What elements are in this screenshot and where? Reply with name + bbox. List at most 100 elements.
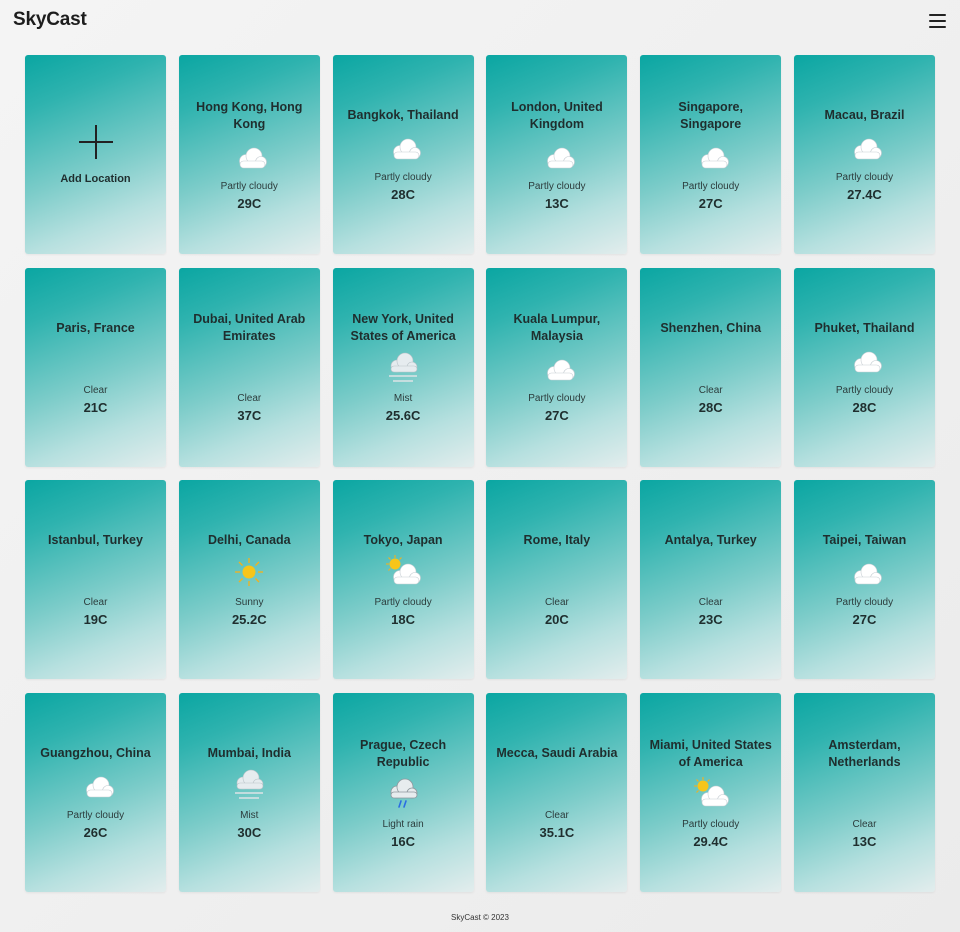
location-card[interactable]: New York, United States of America Mist 25… <box>332 267 474 467</box>
weather-condition: Clear <box>544 810 569 822</box>
temperature: 20C <box>544 612 569 628</box>
moon-icon <box>74 341 118 379</box>
weather-condition: Clear <box>698 597 723 609</box>
city-name: Shenzhen, China <box>660 320 762 335</box>
temperature: 21C <box>83 399 108 415</box>
temperature: 27C <box>698 195 723 211</box>
app-title[interactable]: SkyCast <box>13 9 87 31</box>
moon-cloud-icon <box>381 128 425 166</box>
weather-condition: Partly cloudy <box>374 172 432 183</box>
weather-condition: Partly cloudy <box>528 393 586 405</box>
city-name: Bangkok, Thailand <box>347 108 459 122</box>
temperature: 28C <box>852 399 877 415</box>
location-card[interactable]: Bangkok, Thailand Partly cloudy 28C <box>332 55 474 254</box>
moon-icon <box>74 553 118 591</box>
city-name: Miami, United States of America <box>649 737 772 769</box>
location-card[interactable]: Taipei, Taiwan Partly cloudy 27C <box>793 480 935 680</box>
moon-cloud-icon <box>842 553 886 591</box>
sun-icon <box>227 553 271 591</box>
hamburger-menu-icon[interactable] <box>929 13 946 28</box>
temperature: 18C <box>391 612 416 628</box>
city-name: Kuala Lumpur, Malaysia <box>513 312 601 344</box>
temperature: 37C <box>237 408 262 424</box>
temperature: 13C <box>852 833 877 849</box>
city-name: Hong Kong, Hong Kong <box>196 99 303 131</box>
weather-condition: Partly cloudy <box>835 172 894 183</box>
location-card[interactable]: Shenzhen, China Clear 28C <box>640 267 782 467</box>
city-name: Istanbul, Turkey <box>48 533 143 548</box>
location-grid: Add Location Hong Kong, Hong Kong Partly … <box>25 55 935 893</box>
location-card[interactable]: Miami, United States of America Partly cl… <box>640 693 782 893</box>
location-card[interactable]: Guangzhou, China Partly cloudy 26C <box>25 693 166 893</box>
moon-icon <box>842 775 886 813</box>
temperature: 25.2C <box>231 612 267 628</box>
mist-icon <box>381 349 425 387</box>
location-card[interactable]: Istanbul, Turkey Clear 19C <box>25 480 166 680</box>
menu-bar <box>929 20 946 22</box>
weather-condition: Clear <box>237 393 262 405</box>
rain-cloud-icon <box>381 775 425 813</box>
moon-icon <box>535 766 579 804</box>
location-card[interactable]: Prague, Czech Republic Light rain 16C <box>332 693 474 893</box>
weather-condition: Partly cloudy <box>374 597 432 609</box>
moon-cloud-icon <box>227 137 271 175</box>
weather-condition: Partly cloudy <box>66 810 125 822</box>
location-card[interactable]: Hong Kong, Hong Kong Partly cloudy 29C <box>178 55 320 254</box>
weather-condition: Partly cloudy <box>682 818 740 830</box>
city-name: Dubai, United Arab Emirates <box>193 312 306 344</box>
location-card[interactable]: Tokyo, Japan Partly cloudy 18C <box>332 480 474 680</box>
menu-bar <box>929 14 946 16</box>
weather-condition: Mist <box>240 810 259 822</box>
temperature: 27C <box>544 408 569 424</box>
city-name: Guangzhou, China <box>40 746 151 761</box>
mist-icon <box>227 766 271 804</box>
add-location-label: Add Location <box>60 172 131 185</box>
sun-cloud-icon <box>381 553 425 591</box>
city-name: Singapore, Singapore <box>678 99 743 131</box>
weather-condition: Clear <box>83 597 108 609</box>
location-card[interactable]: Mumbai, India Mist 30C <box>178 693 320 893</box>
city-name: London, United Kingdom <box>511 99 603 131</box>
moon-cloud-icon <box>535 349 579 387</box>
add-location-card[interactable]: Add Location <box>25 55 166 254</box>
location-card[interactable]: Delhi, Canada Sunny 25.2C <box>178 480 320 680</box>
city-name: Macau, Brazil <box>824 108 905 122</box>
location-card[interactable]: Macau, Brazil Partly cloudy 27.4C <box>793 55 935 254</box>
weather-condition: Light rain <box>382 818 424 830</box>
moon-cloud-icon <box>74 766 118 804</box>
moon-cloud-icon <box>842 341 886 379</box>
location-card[interactable]: Phuket, Thailand Partly cloudy 28C <box>793 267 935 467</box>
weather-condition: Partly cloudy <box>220 180 278 192</box>
weather-condition: Clear <box>544 597 569 609</box>
city-name: Rome, Italy <box>523 533 591 548</box>
location-card[interactable]: London, United Kingdom Partly cloudy 13C <box>486 55 628 254</box>
temperature: 26C <box>83 825 108 841</box>
location-card[interactable]: Paris, France Clear 21C <box>25 267 166 467</box>
weather-condition: Partly cloudy <box>835 597 894 609</box>
temperature: 28C <box>698 399 723 415</box>
location-card[interactable]: Amsterdam, Netherlands Clear 13C <box>793 693 935 893</box>
location-card[interactable]: Kuala Lumpur, Malaysia Partly cloudy 27C <box>486 267 628 467</box>
temperature: 16C <box>391 833 416 849</box>
moon-cloud-icon <box>842 128 886 166</box>
location-card[interactable]: Rome, Italy Clear 20C <box>486 480 628 680</box>
location-card[interactable]: Dubai, United Arab Emirates Clear 37C <box>178 267 320 467</box>
location-card[interactable]: Singapore, Singapore Partly cloudy 27C <box>640 55 782 254</box>
moon-icon <box>689 553 733 591</box>
city-name: Prague, Czech Republic <box>360 737 447 769</box>
temperature: 25.6C <box>385 408 421 424</box>
temperature: 35.1C <box>539 825 575 841</box>
city-name: Amsterdam, Netherlands <box>828 737 901 769</box>
city-name: Mecca, Saudi Arabia <box>496 746 618 761</box>
temperature: 23C <box>698 612 723 628</box>
temperature: 29C <box>237 195 262 211</box>
temperature: 27C <box>852 612 877 628</box>
moon-cloud-icon <box>689 137 733 175</box>
city-name: Antalya, Turkey <box>664 533 757 548</box>
menu-bar <box>929 26 946 28</box>
weather-condition: Clear <box>83 384 108 396</box>
location-card[interactable]: Mecca, Saudi Arabia Clear 35.1C <box>486 693 628 893</box>
city-name: Taipei, Taiwan <box>822 533 907 548</box>
location-card[interactable]: Antalya, Turkey Clear 23C <box>640 480 782 680</box>
moon-icon <box>689 341 733 379</box>
